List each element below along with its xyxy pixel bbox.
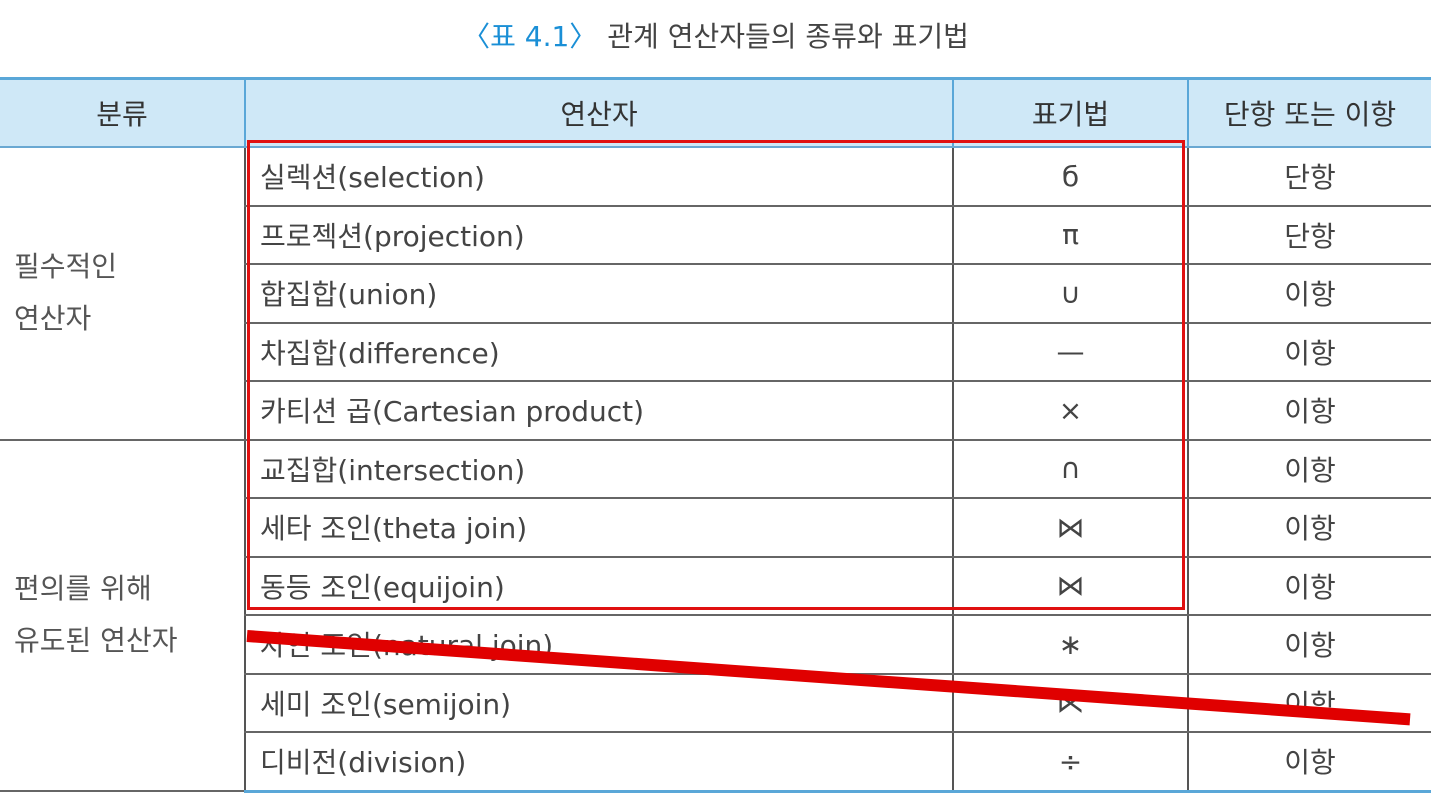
operator-symbol: ⋈ — [952, 498, 1188, 558]
operator-arity: 이항 — [1187, 322, 1431, 382]
operator-name: 세타 조인(theta join) — [244, 498, 953, 558]
operator-arity: 이항 — [1187, 615, 1431, 675]
operator-symbol: ⋉ — [952, 673, 1188, 733]
table-row: 편의를 위해 유도된 연산자 교집합(intersection) ∩ 이항 — [0, 439, 1431, 792]
operator-symbol: ∪ — [952, 264, 1188, 324]
operator-symbol: ⋈ — [952, 556, 1188, 616]
table-caption: 〈표 4.1〉 관계 연산자들의 종류와 표기법 — [0, 0, 1431, 70]
operator-arity: 단항 — [1187, 147, 1431, 207]
header-arity: 단항 또는 이항 — [1187, 77, 1431, 148]
operator-name: 카티션 곱(Cartesian product) — [244, 381, 953, 441]
operator-arity: 단항 — [1187, 205, 1431, 265]
operator-name: 디비전(division) — [244, 732, 953, 793]
operator-name: 세미 조인(semijoin) — [244, 673, 953, 733]
operator-name: 자연 조인(natural join) — [244, 615, 953, 675]
header-category: 분류 — [0, 77, 245, 148]
operator-symbol: ∗ — [952, 615, 1188, 675]
table-number: 〈표 4.1〉 — [462, 20, 598, 53]
operator-symbol: × — [952, 381, 1188, 441]
operator-symbol: б — [952, 147, 1188, 207]
operator-name: 합집합(union) — [244, 264, 953, 324]
operator-name: 프로젝션(projection) — [244, 205, 953, 265]
operator-name: 실렉션(selection) — [244, 147, 953, 207]
header-operator: 연산자 — [244, 77, 953, 148]
operator-arity: 이항 — [1187, 673, 1431, 733]
table-title: 관계 연산자들의 종류와 표기법 — [607, 20, 969, 53]
operator-symbol: — — [952, 322, 1188, 382]
operator-arity: 이항 — [1187, 264, 1431, 324]
header-row: 분류 연산자 표기법 단항 또는 이항 — [0, 77, 1431, 148]
operator-name: 동등 조인(equijoin) — [244, 556, 953, 616]
operator-name: 차집합(difference) — [244, 322, 953, 382]
operator-arity: 이항 — [1187, 381, 1431, 441]
operator-arity: 이항 — [1187, 556, 1431, 616]
operator-arity: 이항 — [1187, 439, 1431, 499]
operator-symbol: π — [952, 205, 1188, 265]
operator-symbol: ∩ — [952, 439, 1188, 499]
operators-table: 분류 연산자 표기법 단항 또는 이항 필수적인 연산자 실렉션(selecti… — [0, 77, 1431, 793]
category-derived: 편의를 위해 유도된 연산자 — [0, 439, 245, 792]
header-notation: 표기법 — [952, 77, 1188, 148]
operator-arity: 이항 — [1187, 732, 1431, 793]
operator-arity: 이항 — [1187, 498, 1431, 558]
operator-symbol: ÷ — [952, 732, 1188, 793]
operator-name: 교집합(intersection) — [244, 439, 953, 499]
category-essential: 필수적인 연산자 — [0, 147, 245, 441]
table-row: 필수적인 연산자 실렉션(selection) б 단항 — [0, 147, 1431, 441]
